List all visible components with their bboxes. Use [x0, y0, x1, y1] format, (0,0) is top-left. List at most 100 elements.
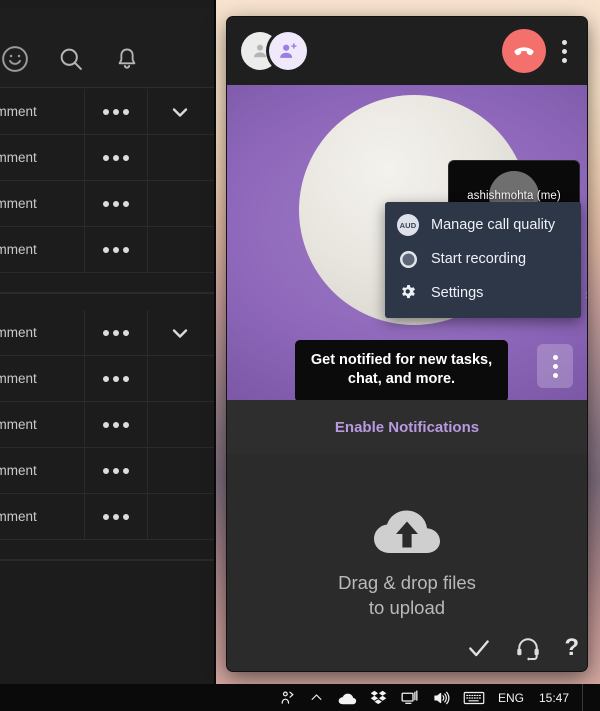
- headset-icon[interactable]: [514, 634, 542, 662]
- call-header: [227, 17, 587, 85]
- row-label: omment: [0, 402, 85, 447]
- bell-icon[interactable]: [106, 38, 148, 80]
- row-more-options-button[interactable]: [85, 356, 148, 401]
- hangup-button[interactable]: [502, 29, 546, 73]
- onedrive-icon[interactable]: [337, 690, 357, 706]
- network-icon[interactable]: [400, 689, 419, 706]
- self-view-name: ashishmohta (me): [467, 190, 561, 202]
- comment-group-1: omment omment: [0, 89, 214, 294]
- show-desktop-button[interactable]: [582, 684, 590, 711]
- left-app-toolbar: [0, 8, 214, 88]
- person-add-icon: [280, 43, 297, 58]
- row-more-options-button[interactable]: [85, 402, 148, 447]
- smiley-icon[interactable]: [0, 38, 36, 80]
- row-more-options-button[interactable]: [85, 310, 148, 355]
- row-more-options-button[interactable]: [85, 135, 148, 180]
- volume-icon[interactable]: [432, 689, 450, 707]
- tooltip-line-2: chat, and more.: [347, 371, 456, 388]
- more-options-icon: [103, 467, 129, 474]
- menu-item-settings[interactable]: Settings: [385, 276, 581, 310]
- system-tray: ENG 15:47: [279, 684, 600, 711]
- table-row[interactable]: omment: [0, 310, 214, 356]
- clock[interactable]: 15:47: [537, 691, 569, 705]
- cloud-upload-icon: [374, 510, 440, 554]
- call-window: ashishmohta (me) AUD Manage call quality…: [227, 17, 587, 671]
- more-options-icon: [103, 421, 129, 428]
- comment-list: omment omment: [0, 89, 214, 684]
- row-expand-spacer: [148, 135, 212, 180]
- comment-group-2: omment omment: [0, 310, 214, 561]
- enable-notifications-bar[interactable]: Enable Notifications: [227, 400, 587, 454]
- file-dropzone[interactable]: Drag & drop files to upload ?: [227, 454, 587, 671]
- table-row[interactable]: omment: [0, 448, 214, 494]
- language-indicator[interactable]: ENG: [498, 691, 524, 705]
- row-label: omment: [0, 356, 85, 401]
- people-icon[interactable]: [279, 689, 296, 706]
- row-label: omment: [0, 494, 85, 539]
- table-row[interactable]: omment: [0, 181, 214, 227]
- more-options-icon: [103, 375, 129, 382]
- table-row[interactable]: omment: [0, 356, 214, 402]
- row-label: omment: [0, 89, 85, 134]
- dropzone-line-1: Drag & drop files: [338, 572, 476, 594]
- row-more-options-button[interactable]: [85, 227, 148, 272]
- row-more-options-button[interactable]: [85, 89, 148, 134]
- screen-root: omment omment: [0, 0, 600, 711]
- table-row[interactable]: omment: [0, 227, 214, 273]
- row-expand-spacer: [148, 448, 212, 493]
- row-expand-spacer: [148, 402, 212, 447]
- row-expand-spacer: [148, 227, 212, 272]
- checkmark-icon[interactable]: [466, 635, 492, 661]
- more-options-icon: [103, 200, 129, 207]
- table-row[interactable]: omment: [0, 89, 214, 135]
- menu-item-label: Manage call quality: [431, 217, 556, 233]
- row-expand-button[interactable]: [148, 310, 212, 355]
- search-icon[interactable]: [50, 38, 92, 80]
- call-stage: ashishmohta (me) AUD Manage call quality…: [227, 85, 587, 400]
- row-expand-spacer: [148, 356, 212, 401]
- menu-item-label: Start recording: [431, 251, 527, 267]
- row-more-options-button[interactable]: [85, 181, 148, 226]
- row-more-options-button[interactable]: [85, 494, 148, 539]
- group-gap: [0, 294, 214, 310]
- tooltip-line-1: Get notified for new tasks,: [310, 351, 493, 368]
- row-expand-button[interactable]: [148, 89, 212, 134]
- row-label: omment: [0, 181, 85, 226]
- more-options-icon: [103, 513, 129, 520]
- gear-icon: [397, 282, 419, 304]
- row-label: omment: [0, 310, 85, 355]
- chevron-down-icon: [172, 107, 188, 117]
- enable-notifications-link[interactable]: Enable Notifications: [335, 419, 479, 436]
- chevron-down-icon: [172, 328, 188, 338]
- show-hidden-icons-chevron[interactable]: [309, 690, 324, 705]
- hangup-icon: [514, 47, 534, 56]
- audio-quality-icon: AUD: [397, 214, 419, 236]
- keyboard-icon[interactable]: [463, 690, 485, 706]
- more-options-icon: [103, 329, 129, 336]
- row-more-options-button[interactable]: [85, 448, 148, 493]
- dropbox-icon[interactable]: [370, 689, 387, 706]
- row-label: omment: [0, 227, 85, 272]
- table-row[interactable]: omment: [0, 494, 214, 540]
- table-row[interactable]: omment: [0, 135, 214, 181]
- call-more-options-button[interactable]: [556, 36, 573, 67]
- person-icon: [254, 44, 266, 58]
- submenu-chevron-right-icon: ›: [585, 286, 587, 302]
- aud-badge-label: AUD: [397, 214, 419, 236]
- stage-more-options-button[interactable]: [537, 344, 573, 388]
- row-expand-spacer: [148, 181, 212, 226]
- more-options-icon: [103, 108, 129, 115]
- call-options-menu: AUD Manage call quality Start recording: [385, 202, 587, 318]
- dropzone-text: Drag & drop files to upload: [338, 571, 476, 619]
- table-row[interactable]: omment: [0, 402, 214, 448]
- more-options-icon: [103, 154, 129, 161]
- participant-avatars: [241, 32, 307, 70]
- help-icon[interactable]: ?: [564, 634, 579, 662]
- row-label: omment: [0, 135, 85, 180]
- menu-item-manage-call-quality[interactable]: AUD Manage call quality: [385, 208, 581, 242]
- menu-item-start-recording[interactable]: Start recording: [385, 242, 581, 276]
- add-participant-button[interactable]: [269, 32, 307, 70]
- row-expand-spacer: [148, 494, 212, 539]
- notification-tooltip: Get notified for new tasks, chat, and mo…: [295, 339, 508, 400]
- menu-item-label: Settings: [431, 285, 484, 301]
